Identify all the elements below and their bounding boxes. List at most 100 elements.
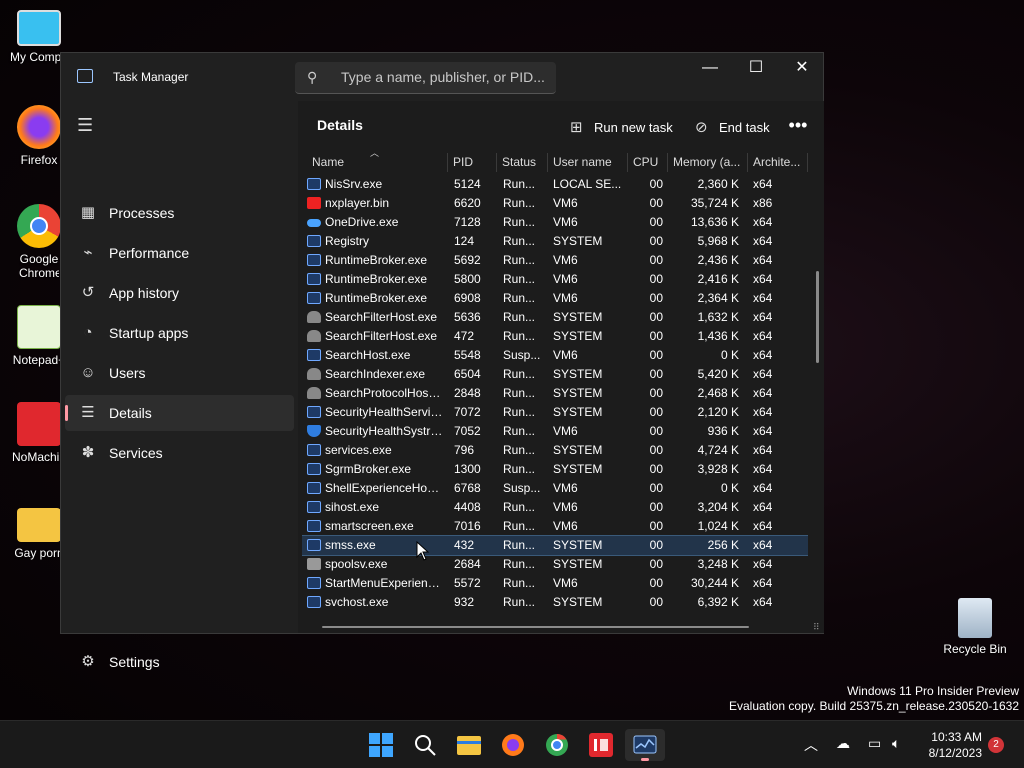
processes-icon: ▦: [80, 204, 96, 221]
tray-chevron-icon[interactable]: ︿: [804, 735, 818, 755]
cell-name: SecurityHealthServic...: [325, 405, 443, 419]
process-printer-icon: [307, 558, 321, 570]
cell-arch: x64: [753, 329, 773, 343]
notification-badge[interactable]: 2: [988, 737, 1004, 753]
search-box[interactable]: ⚲: [295, 62, 556, 94]
table-row[interactable]: RuntimeBroker.exe 6908 Run... VM6 00 2,364 K x…: [302, 289, 808, 308]
cell-pid: 2848: [454, 386, 481, 400]
cell-cpu: 00: [649, 595, 663, 609]
sidebar-item-users[interactable]: ☺ Users: [65, 355, 294, 391]
cell-mem: 3,248 K: [697, 557, 739, 571]
table-row[interactable]: nxplayer.bin 6620 Run... VM6 00 35,724 K x86: [302, 194, 808, 213]
sidebar-item-services[interactable]: ✽ Services: [65, 435, 294, 471]
column-header-user-name[interactable]: User name: [548, 153, 628, 172]
taskbar-file-explorer[interactable]: [449, 729, 489, 761]
taskbar-chrome[interactable]: [537, 729, 577, 761]
details-table: Name ︿ PID Status User name CPU Memory (…: [302, 153, 808, 619]
cell-cpu: 00: [649, 519, 663, 533]
hamburger-menu-icon[interactable]: ☰: [77, 115, 93, 136]
table-row[interactable]: SearchFilterHost.exe 5636 Run... SYSTEM 00 1,…: [302, 308, 808, 327]
column-header-status[interactable]: Status: [497, 153, 548, 172]
table-row[interactable]: SgrmBroker.exe 1300 Run... SYSTEM 00 3,928 K x…: [302, 460, 808, 479]
taskbar-firefox[interactable]: [493, 729, 533, 761]
table-row[interactable]: NisSrv.exe 5124 Run... LOCAL SE... 00 2,360 K…: [302, 175, 808, 194]
end-task-button[interactable]: ⊘ End task: [695, 111, 775, 143]
cell-name: svchost.exe: [325, 595, 389, 609]
cell-arch: x64: [753, 253, 773, 267]
table-row[interactable]: ShellExperienceHost.... 6768 Susp... VM6 00 0…: [302, 479, 808, 498]
process-generic-icon: [307, 254, 321, 266]
cell-cpu: 00: [649, 196, 663, 210]
cell-pid: 6908: [454, 291, 481, 305]
cell-pid: 6620: [454, 196, 481, 210]
chrome-icon: [546, 734, 568, 756]
table-row[interactable]: SecurityHealthServic... 7072 Run... SYSTEM 0…: [302, 403, 808, 422]
taskbar-nomachine[interactable]: [581, 729, 621, 761]
table-row[interactable]: services.exe 796 Run... SYSTEM 00 4,724 K x64: [302, 441, 808, 460]
table-row[interactable]: svchost.exe 932 Run... SYSTEM 00 6,392 K x64: [302, 593, 808, 612]
cell-cpu: 00: [649, 481, 663, 495]
more-options-button[interactable]: •••: [782, 113, 814, 141]
minimize-button[interactable]: —: [687, 53, 733, 85]
table-row[interactable]: SearchFilterHost.exe 472 Run... SYSTEM 00 1,4…: [302, 327, 808, 346]
table-row[interactable]: smartscreen.exe 7016 Run... VM6 00 1,024 K x64: [302, 517, 808, 536]
column-header-architecture[interactable]: Archite...: [748, 153, 808, 172]
cell-pid: 6768: [454, 481, 481, 495]
table-row[interactable]: SearchProtocolHost.... 2848 Run... SYSTEM 00…: [302, 384, 808, 403]
cell-mem: 6,392 K: [697, 595, 739, 609]
cell-name: SgrmBroker.exe: [325, 462, 412, 476]
table-row[interactable]: SearchHost.exe 5548 Susp... VM6 00 0 K x64: [302, 346, 808, 365]
table-row[interactable]: OneDrive.exe 7128 Run... VM6 00 13,636 K x64: [302, 213, 808, 232]
resize-grip-icon[interactable]: ⠿: [813, 622, 820, 633]
firefox-icon: [502, 734, 524, 756]
display-icon[interactable]: ▭: [868, 735, 881, 755]
process-cloud-icon: [307, 219, 321, 227]
table-row[interactable]: StartMenuExperienc... 5572 Run... VM6 00 30,2…: [302, 574, 808, 593]
taskbar-task-manager[interactable]: [625, 729, 665, 761]
taskbar-start-button[interactable]: [361, 729, 401, 761]
cell-arch: x86: [753, 196, 773, 210]
process-generic-icon: [307, 501, 321, 513]
table-row[interactable]: Registry 124 Run... SYSTEM 00 5,968 K x64: [302, 232, 808, 251]
sidebar-item-settings[interactable]: ⚙ Settings: [65, 644, 294, 680]
sidebar-item-app-history[interactable]: ↺ App history: [65, 275, 294, 311]
search-icon: ⚲: [307, 69, 318, 85]
table-row[interactable]: sihost.exe 4408 Run... VM6 00 3,204 K x64: [302, 498, 808, 517]
system-clock[interactable]: 10:33 AM 8/12/2023: [920, 729, 982, 761]
recycle-bin-icon: [958, 598, 992, 638]
cell-mem: 0 K: [720, 348, 739, 362]
cell-cpu: 00: [649, 424, 663, 438]
maximize-button[interactable]: ☐: [733, 53, 779, 85]
table-row[interactable]: smss.exe 432 Run... SYSTEM 00 256 Kx64: [302, 535, 808, 556]
cell-name: sihost.exe: [325, 500, 380, 514]
run-new-task-button[interactable]: ⊞ Run new task: [570, 111, 680, 143]
cell-pid: 796: [454, 443, 475, 457]
sidebar-item-startup-apps[interactable]: ◔ Startup apps: [65, 315, 294, 351]
search-input[interactable]: [341, 69, 546, 85]
close-button[interactable]: ✕: [779, 53, 825, 85]
column-header-pid[interactable]: PID: [448, 153, 497, 172]
sidebar-item-processes[interactable]: ▦ Processes: [65, 195, 294, 231]
desktop-icon-recycle-bin[interactable]: Recycle Bin: [936, 598, 1014, 656]
cell-pid: 5636: [454, 310, 481, 324]
table-row[interactable]: RuntimeBroker.exe 5692 Run... VM6 00 2,436 K x…: [302, 251, 808, 270]
column-header-cpu[interactable]: CPU: [628, 153, 668, 172]
sidebar-item-performance[interactable]: ⌁ Performance: [65, 235, 294, 271]
column-header-memory[interactable]: Memory (a...: [668, 153, 748, 172]
sidebar-item-details[interactable]: ☰ Details: [65, 395, 294, 431]
cell-mem: 35,724 K: [690, 196, 739, 210]
cell-arch: x64: [753, 424, 773, 438]
table-row[interactable]: spoolsv.exe 2684 Run... SYSTEM 00 3,248 Kx64: [302, 555, 808, 574]
title-bar[interactable]: Task Manager ⚲ — ☐ ✕: [61, 53, 823, 101]
vertical-scrollbar[interactable]: [816, 271, 819, 363]
network-icon[interactable]: ☁: [836, 735, 850, 755]
table-row[interactable]: SecurityHealthSystra... 7052 Run... VM6 00 93…: [302, 422, 808, 441]
taskbar-search-button[interactable]: [405, 729, 445, 761]
process-nx-icon: [307, 197, 321, 209]
cell-name: RuntimeBroker.exe: [325, 253, 428, 267]
table-row[interactable]: SearchIndexer.exe 6504 Run... SYSTEM 00 5,420…: [302, 365, 808, 384]
details-panel: Details ⊞ Run new task ⊘ End task ••• Na…: [302, 101, 824, 633]
table-row[interactable]: RuntimeBroker.exe 5800 Run... VM6 00 2,416 K x…: [302, 270, 808, 289]
horizontal-scrollbar[interactable]: [322, 626, 749, 628]
volume-icon[interactable]: 🔈︎: [892, 735, 900, 755]
